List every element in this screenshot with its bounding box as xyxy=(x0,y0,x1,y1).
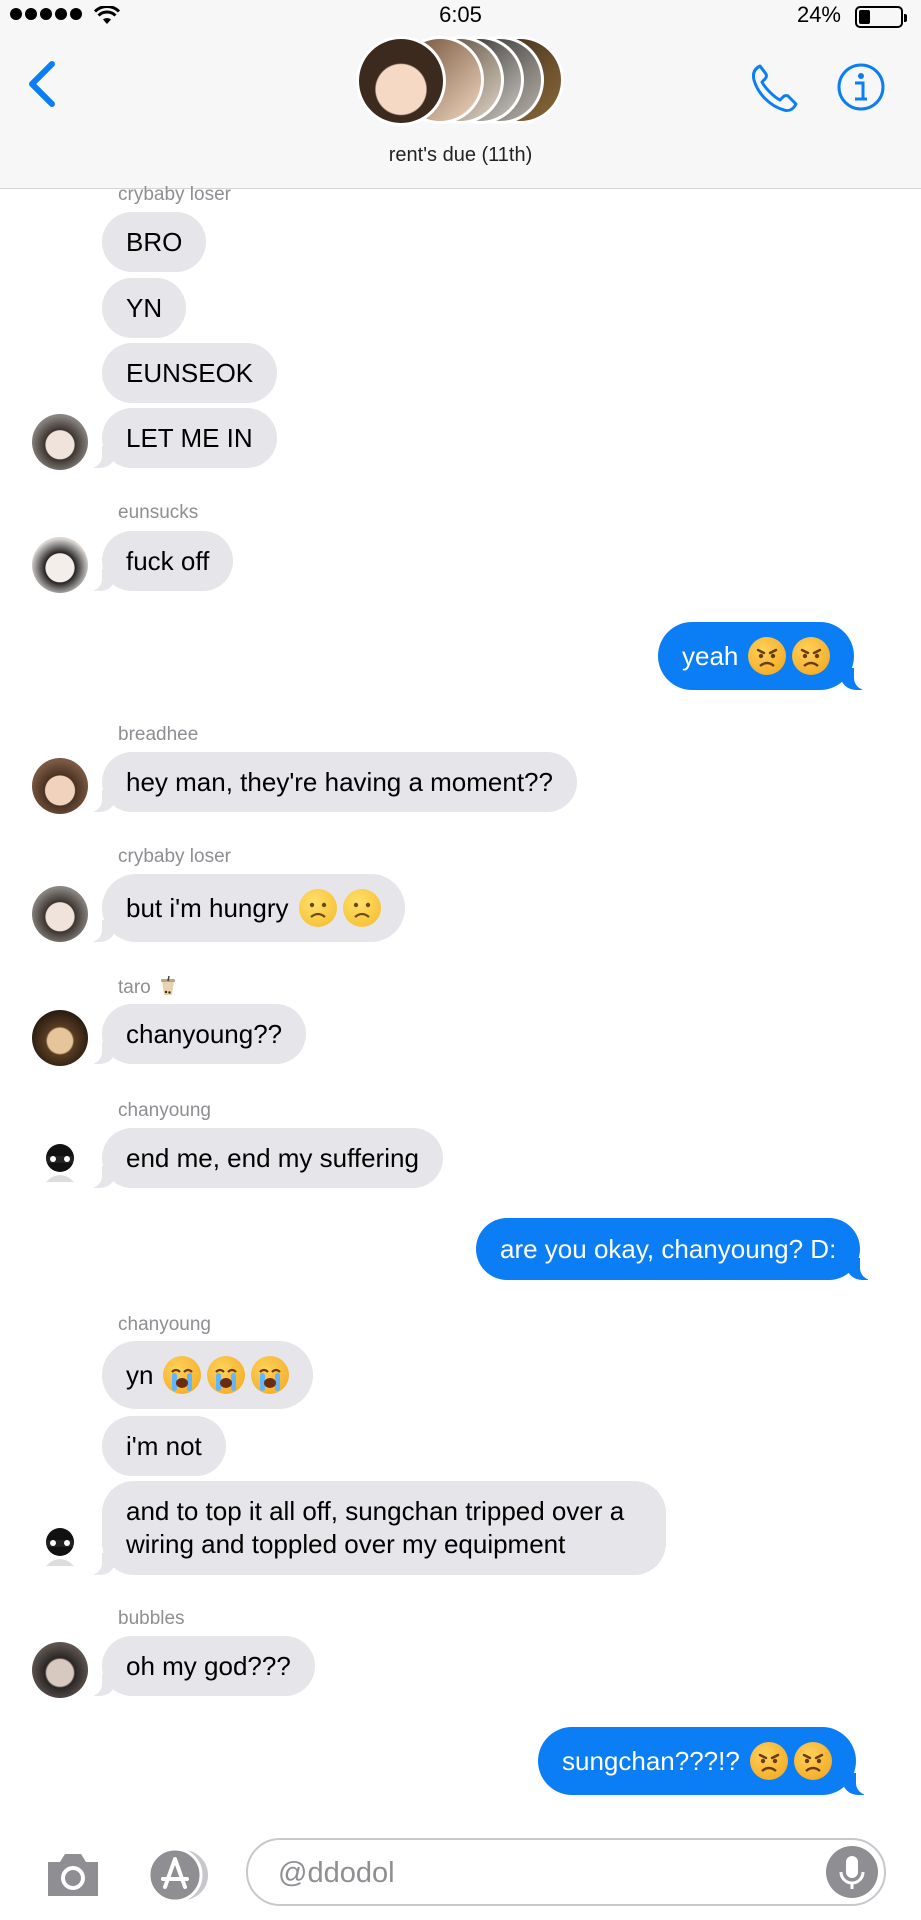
message-bubble-received[interactable]: yn xyxy=(102,1341,314,1409)
phone-icon[interactable] xyxy=(748,62,800,114)
back-chevron-icon[interactable] xyxy=(24,60,58,108)
battery-percentage: 24% xyxy=(796,2,841,27)
message-bubble-received[interactable]: LET ME IN xyxy=(88,408,277,468)
message-input[interactable]: @ddodol xyxy=(246,1838,886,1906)
message-bubble-received[interactable]: end me, end my suffering xyxy=(88,1128,443,1188)
crying-face-emoji xyxy=(251,1356,290,1394)
message-bubble-sent[interactable]: yeah xyxy=(658,622,869,690)
message-bubble-received[interactable]: oh my god??? xyxy=(88,1636,315,1696)
pouting-face-emoji xyxy=(748,637,787,675)
frowning-face-emoji xyxy=(342,889,381,927)
microphone-button[interactable] xyxy=(826,1846,878,1898)
conversation-header: 6:05 24% rent's due (11th) xyxy=(0,0,921,189)
sender-name: crybaby loser xyxy=(118,184,231,205)
sender-avatar[interactable] xyxy=(32,758,88,814)
message-bubble-received[interactable]: and to top it all off, sungchan tripped … xyxy=(88,1481,666,1575)
sender-avatar[interactable] xyxy=(32,537,88,593)
pouting-face-emoji xyxy=(792,637,831,675)
sender-name: eunsucks xyxy=(118,502,199,523)
sender-avatar[interactable] xyxy=(32,1518,88,1574)
app-store-icon[interactable] xyxy=(143,1847,215,1903)
message-bubble-received[interactable]: hey man, they're having a moment?? xyxy=(88,752,577,812)
crying-face-emoji xyxy=(163,1356,202,1394)
frowning-face-emoji xyxy=(298,889,337,927)
microphone-icon xyxy=(839,1856,865,1889)
sender-avatar[interactable] xyxy=(32,1134,88,1190)
crying-face-emoji xyxy=(207,1356,246,1394)
message-bubble-received[interactable]: EUNSEOK xyxy=(102,343,278,403)
sender-name: breadhee xyxy=(118,724,199,745)
bubble-tea-icon xyxy=(161,975,176,995)
message-bubble-sent[interactable]: are you okay, chanyoung? D: xyxy=(476,1218,875,1280)
sender-avatar[interactable] xyxy=(32,1010,88,1066)
info-icon[interactable] xyxy=(836,62,886,112)
message-bubble-received[interactable]: BRO xyxy=(102,212,207,272)
status-bar: 6:05 24% xyxy=(0,0,921,36)
message-bubble-sent[interactable]: sungchan???!? xyxy=(538,1727,870,1795)
sender-name: chanyoung xyxy=(118,1314,211,1335)
message-bubble-received[interactable]: i'm not xyxy=(102,1416,226,1476)
message-input-placeholder: @ddodol xyxy=(278,1857,395,1889)
sender-name: bubbles xyxy=(118,1608,185,1629)
message-bubble-received[interactable]: chanyoung?? xyxy=(87,1004,307,1064)
message-bubble-received[interactable]: YN xyxy=(102,278,187,338)
group-member-avatar xyxy=(356,36,446,126)
sender-name: taro xyxy=(118,975,176,999)
sender-avatar[interactable] xyxy=(32,886,88,942)
message-bubble-received[interactable]: fuck off xyxy=(87,531,234,591)
group-avatar-stack[interactable] xyxy=(356,36,566,128)
conversation-title[interactable]: rent's due (11th) xyxy=(0,144,921,167)
message-bubble-received[interactable]: but i'm hungry xyxy=(88,874,405,942)
camera-icon[interactable] xyxy=(44,1850,102,1900)
sender-avatar[interactable] xyxy=(32,414,88,470)
sender-avatar[interactable] xyxy=(32,1642,88,1698)
pouting-face-emoji xyxy=(793,1742,832,1780)
sender-name: crybaby loser xyxy=(118,846,231,867)
battery-icon xyxy=(855,6,907,28)
pouting-face-emoji xyxy=(749,1742,788,1780)
sender-name: chanyoung xyxy=(118,1100,211,1121)
status-time: 6:05 xyxy=(439,2,482,27)
